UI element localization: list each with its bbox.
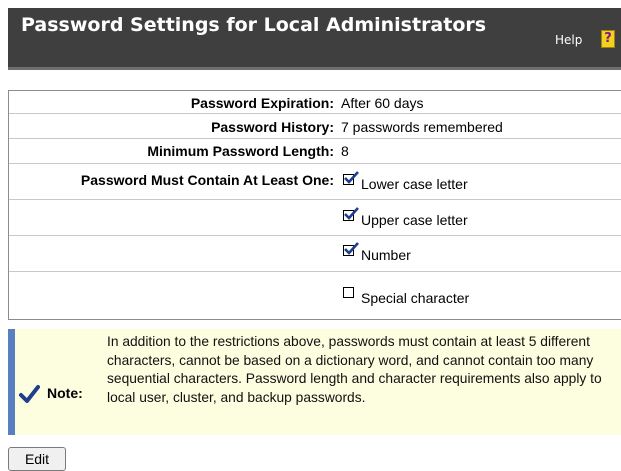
history-value: 7 passwords remembered — [341, 119, 503, 135]
page-title: Password Settings for Local Administrato… — [21, 14, 487, 36]
edit-button[interactable]: Edit — [8, 447, 66, 471]
min-length-label: Minimum Password Length: — [147, 143, 334, 159]
note-box: Note: In addition to the restrictions ab… — [8, 329, 621, 435]
checkmark-icon — [344, 242, 359, 255]
checkmark-icon — [19, 385, 40, 403]
table-row: Upper case letter — [9, 200, 621, 236]
note-label: Note: — [47, 385, 83, 401]
note-text: In addition to the restrictions above, p… — [107, 334, 602, 405]
table-row: Password Must Contain At Least One: Lowe… — [9, 164, 621, 200]
checkmark-icon — [344, 207, 359, 220]
help-link[interactable]: Help ? — [555, 30, 621, 50]
note-stripe — [8, 329, 15, 435]
uppercase-checkbox-label[interactable]: Upper case letter — [361, 212, 468, 228]
table-row: Password Expiration: After 60 days — [9, 91, 621, 114]
settings-table: Password Expiration: After 60 days Passw… — [8, 90, 621, 320]
question-book-icon[interactable]: ? — [601, 30, 615, 48]
special-checkbox[interactable] — [343, 287, 354, 298]
uppercase-checkbox[interactable] — [343, 207, 359, 221]
expiration-value: After 60 days — [341, 95, 424, 111]
page-header: Password Settings for Local Administrato… — [8, 8, 621, 70]
lowercase-checkbox-label[interactable]: Lower case letter — [361, 176, 468, 192]
number-checkbox-label[interactable]: Number — [361, 247, 411, 263]
min-length-value: 8 — [341, 143, 349, 159]
must-contain-label: Password Must Contain At Least One: — [80, 172, 334, 188]
table-row: Number — [9, 236, 621, 272]
table-row: Password History: 7 passwords remembered — [9, 114, 621, 139]
table-row: Special character — [9, 272, 621, 320]
help-label[interactable]: Help — [555, 33, 582, 47]
history-label: Password History: — [211, 119, 334, 135]
number-checkbox[interactable] — [343, 242, 359, 256]
table-row: Minimum Password Length: 8 — [9, 139, 621, 164]
checkmark-icon — [344, 171, 359, 184]
expiration-label: Password Expiration: — [190, 95, 334, 111]
special-checkbox-label[interactable]: Special character — [361, 290, 469, 306]
lowercase-checkbox[interactable] — [343, 171, 359, 185]
